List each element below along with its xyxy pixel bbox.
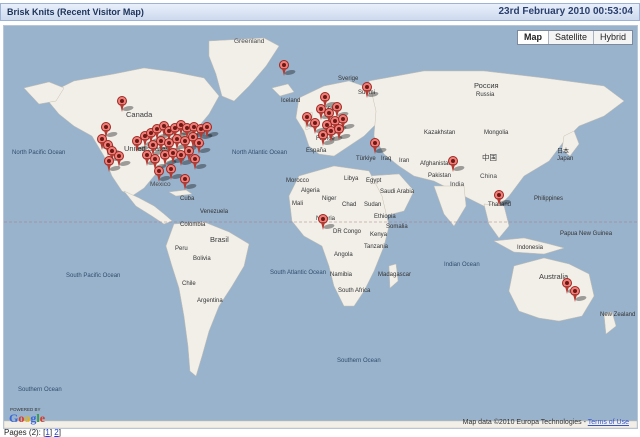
label-sweden: Sverige (338, 76, 359, 82)
timestamp: 23rd February 2010 00:53:04 (498, 6, 633, 17)
label-iceland: Iceland (281, 98, 301, 104)
label-china: China (480, 173, 497, 180)
label-north-pacific: North Pacific Ocean (12, 150, 66, 156)
visitor-map[interactable]: Map Satellite Hybrid Greenland Iceland C… (3, 25, 638, 429)
label-japan: Japan (557, 156, 574, 162)
pagination: Pages (2): [1] 2] (4, 428, 61, 437)
label-iraq: Iraq (381, 156, 392, 162)
visitor-marker[interactable] (194, 138, 213, 154)
label-pakistan: Pakistan (428, 173, 452, 179)
visitor-marker[interactable] (190, 154, 209, 170)
label-libya: Libya (344, 176, 359, 182)
pagination-separator: ] (49, 428, 53, 437)
label-south-africa: South Africa (338, 288, 371, 294)
google-logo[interactable]: Google (9, 411, 45, 426)
label-drc: DR Congo (333, 229, 362, 235)
label-morocco: Morocco (286, 178, 310, 184)
pagination-suffix: ] (58, 428, 61, 437)
visitor-marker[interactable] (117, 96, 136, 112)
label-venezuela: Venezuela (200, 209, 229, 215)
label-madagascar: Madagascar (378, 272, 412, 278)
page-title: Brisk Knits (Recent Visitor Map) (7, 7, 144, 17)
label-south-atlantic: South Atlantic Ocean (270, 270, 327, 276)
label-bolivia: Bolivia (193, 256, 211, 262)
label-indian-ocean: Indian Ocean (444, 262, 480, 268)
label-cuba: Cuba (180, 196, 195, 202)
label-papua: Papua New Guinea (560, 231, 613, 237)
map-data-text: Map data ©2010 Europa Technologies - (462, 419, 588, 426)
map-type-satellite[interactable]: Satellite (547, 31, 593, 44)
visitor-marker[interactable] (318, 214, 337, 230)
map-type-control: Map Satellite Hybrid (516, 30, 633, 45)
label-philippines: Philippines (534, 196, 564, 202)
label-russia-native: Россия (474, 81, 499, 90)
visitor-marker[interactable] (362, 82, 381, 98)
visitor-marker[interactable] (494, 190, 513, 206)
visitor-marker[interactable] (104, 156, 123, 172)
label-mali: Mali (292, 201, 304, 207)
label-south-pacific: South Pacific Ocean (66, 273, 121, 279)
label-india: India (450, 181, 465, 188)
visitor-marker[interactable] (448, 156, 467, 172)
label-afghanistan: Afghanistan (420, 161, 452, 167)
label-egypt: Egypt (366, 178, 382, 184)
map-type-hybrid[interactable]: Hybrid (592, 31, 632, 44)
label-algeria: Algeria (301, 188, 320, 194)
visitor-marker[interactable] (166, 164, 185, 180)
map-attribution: Map data ©2010 Europa Technologies - Ter… (463, 419, 629, 426)
visitor-marker[interactable] (334, 124, 353, 140)
label-chile: Chile (182, 281, 196, 287)
label-china-native: 中国 (482, 153, 497, 162)
label-colombia: Colombia (180, 222, 206, 228)
label-saudi: Saudi Arabia (380, 189, 415, 195)
label-canada: Canada (126, 110, 153, 119)
label-greenland: Greenland (234, 38, 265, 45)
label-japan-native: 日本 (557, 149, 570, 155)
label-new-zealand: New Zealand (600, 312, 636, 318)
label-angola: Angola (334, 252, 353, 258)
pagination-prefix: Pages (2): [ (4, 428, 46, 437)
label-namibia: Namibia (330, 272, 353, 278)
label-southern-ocean: Southern Ocean (18, 387, 62, 393)
label-argentina: Argentina (197, 298, 223, 304)
label-niger: Niger (322, 196, 337, 202)
label-sudan: Sudan (364, 202, 382, 208)
label-mexico: Mexico (150, 181, 171, 188)
label-ethiopia: Ethiopia (374, 214, 396, 220)
label-brazil: Brasil (210, 235, 229, 244)
visitor-marker[interactable] (180, 174, 199, 190)
terms-of-use-link[interactable]: Terms of Use (588, 419, 629, 426)
label-espana: España (306, 148, 327, 154)
visitor-marker[interactable] (570, 286, 589, 302)
label-chad: Chad (342, 202, 357, 208)
title-bar: Brisk Knits (Recent Visitor Map) 23rd Fe… (0, 3, 640, 21)
visitor-marker[interactable] (279, 60, 298, 76)
label-tanzania: Tanzania (364, 244, 389, 250)
label-north-atlantic: North Atlantic Ocean (232, 150, 288, 156)
visitor-marker[interactable] (154, 166, 173, 182)
label-indonesia: Indonesia (517, 245, 544, 251)
map-type-map[interactable]: Map (517, 31, 548, 44)
label-peru: Peru (175, 246, 188, 252)
label-kenya: Kenya (370, 232, 388, 238)
label-turkey: Türkiye (356, 156, 376, 162)
label-southern-ocean-2: Southern Ocean (337, 358, 381, 364)
label-russia: Russia (476, 92, 495, 98)
visitor-marker[interactable] (370, 138, 389, 154)
label-iran: Iran (399, 158, 410, 164)
label-mongolia: Mongolia (484, 130, 509, 136)
visitor-marker[interactable] (202, 122, 221, 138)
visitor-marker[interactable] (114, 151, 133, 167)
label-kazakhstan: Kazakhstan (424, 130, 456, 136)
label-somalia: Somalia (386, 224, 408, 230)
